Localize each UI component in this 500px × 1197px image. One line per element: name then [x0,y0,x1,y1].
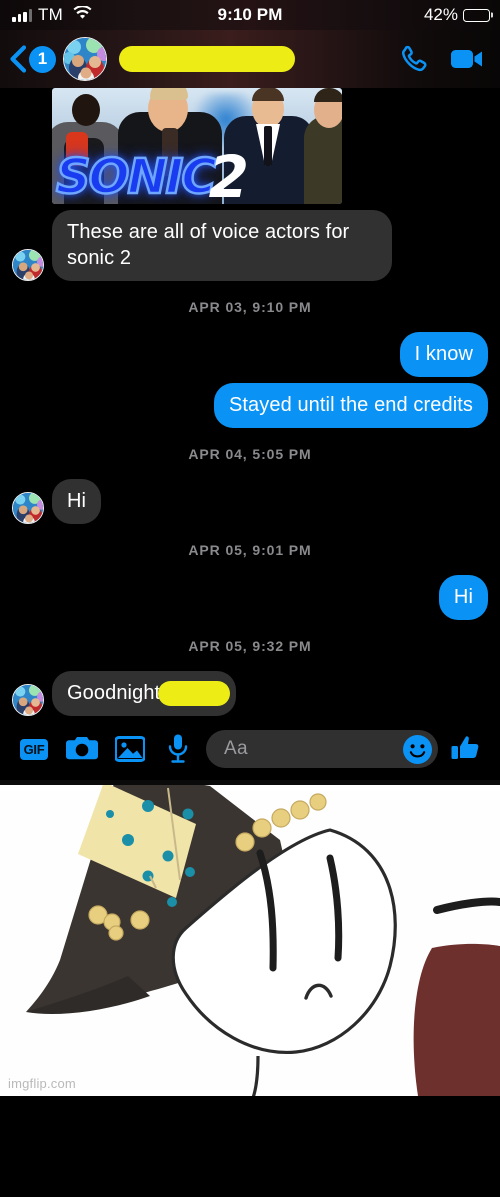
message-bubble[interactable]: Goodnight [52,671,237,716]
message-row-me-3: Hi [0,575,500,620]
photo-gallery-icon[interactable] [106,736,154,762]
microphone-icon[interactable] [154,734,202,764]
status-bar-right: 42% [424,5,500,25]
status-bar-left: TM [0,4,92,25]
meme-artwork [0,780,500,1096]
back-button[interactable]: 1 [0,45,56,73]
message-row-them-2: Hi [0,479,500,524]
battery-icon [463,8,493,22]
video-camera-icon[interactable] [450,46,484,72]
poster-title: SONIC [55,148,218,204]
message-bubble[interactable]: Hi [438,575,488,620]
unread-count-badge: 1 [29,45,56,73]
message-bubble[interactable]: I know [399,332,488,377]
timestamp-divider: APR 05, 9:32 PM [188,638,312,654]
poster-number: 2 [208,143,249,204]
timestamp-divider: APR 03, 9:10 PM [188,299,312,315]
message-row-them-3: Goodnight [0,671,500,716]
message-composer: GIF Aa [0,718,500,780]
thread-header: 1 [0,30,500,88]
battery-percent-label: 42% [423,5,458,24]
thumbs-up-icon[interactable] [442,734,490,764]
redaction-mark [158,680,231,706]
meme-image: imgflip.com [0,780,500,1096]
smiley-face-icon[interactable] [403,734,432,764]
avatar-photo [13,493,43,523]
message-row-them-1: These are all of voice actors for sonic … [0,210,500,281]
sonic2-poster-image: SONIC 2 [52,88,342,204]
phone-icon[interactable] [398,44,428,74]
message-input-placeholder: Aa [224,738,248,759]
message-input-field[interactable]: Aa [206,730,438,768]
wifi-icon [73,4,92,25]
sonic-logo: SONIC 2 [55,143,306,204]
carrier-label: TM [38,5,63,24]
message-row-me-1: I know [0,332,500,377]
gif-label: GIF [19,738,49,760]
message-row-me-2: Stayed until the end credits [0,383,500,428]
sender-avatar[interactable] [12,492,44,524]
contact-avatar[interactable] [63,37,107,81]
sender-avatar[interactable] [12,684,44,716]
conversation-list[interactable]: SONIC 2 These are all of voice actors fo… [0,88,500,718]
avatar-photo [64,38,106,80]
avatar-photo [13,685,43,715]
message-photo-sonic2[interactable]: SONIC 2 [52,88,342,204]
imgflip-watermark: imgflip.com [8,1076,76,1091]
meme-top-edge [0,780,500,785]
camera-icon[interactable] [58,735,106,763]
message-text: Goodnight [67,682,161,704]
avatar-photo [13,250,43,280]
chevron-left-icon [9,45,27,73]
messenger-screen: TM 9:10 PM 42% 1 SONIC 2 These are all o… [0,0,500,1197]
thread-header-actions [398,44,500,74]
timestamp-divider: APR 05, 9:01 PM [188,542,312,558]
message-bubble[interactable]: Stayed until the end credits [213,383,488,428]
timestamp-divider: APR 04, 5:05 PM [188,446,312,462]
status-bar: TM 9:10 PM 42% [0,0,500,30]
message-bubble[interactable]: These are all of voice actors for sonic … [52,210,392,281]
sender-avatar[interactable] [12,249,44,281]
contact-name-redacted [119,46,295,72]
gif-icon[interactable]: GIF [10,738,58,760]
signal-bars-icon [12,9,32,22]
message-photo-row: SONIC 2 [0,88,500,204]
message-bubble[interactable]: Hi [52,479,102,524]
